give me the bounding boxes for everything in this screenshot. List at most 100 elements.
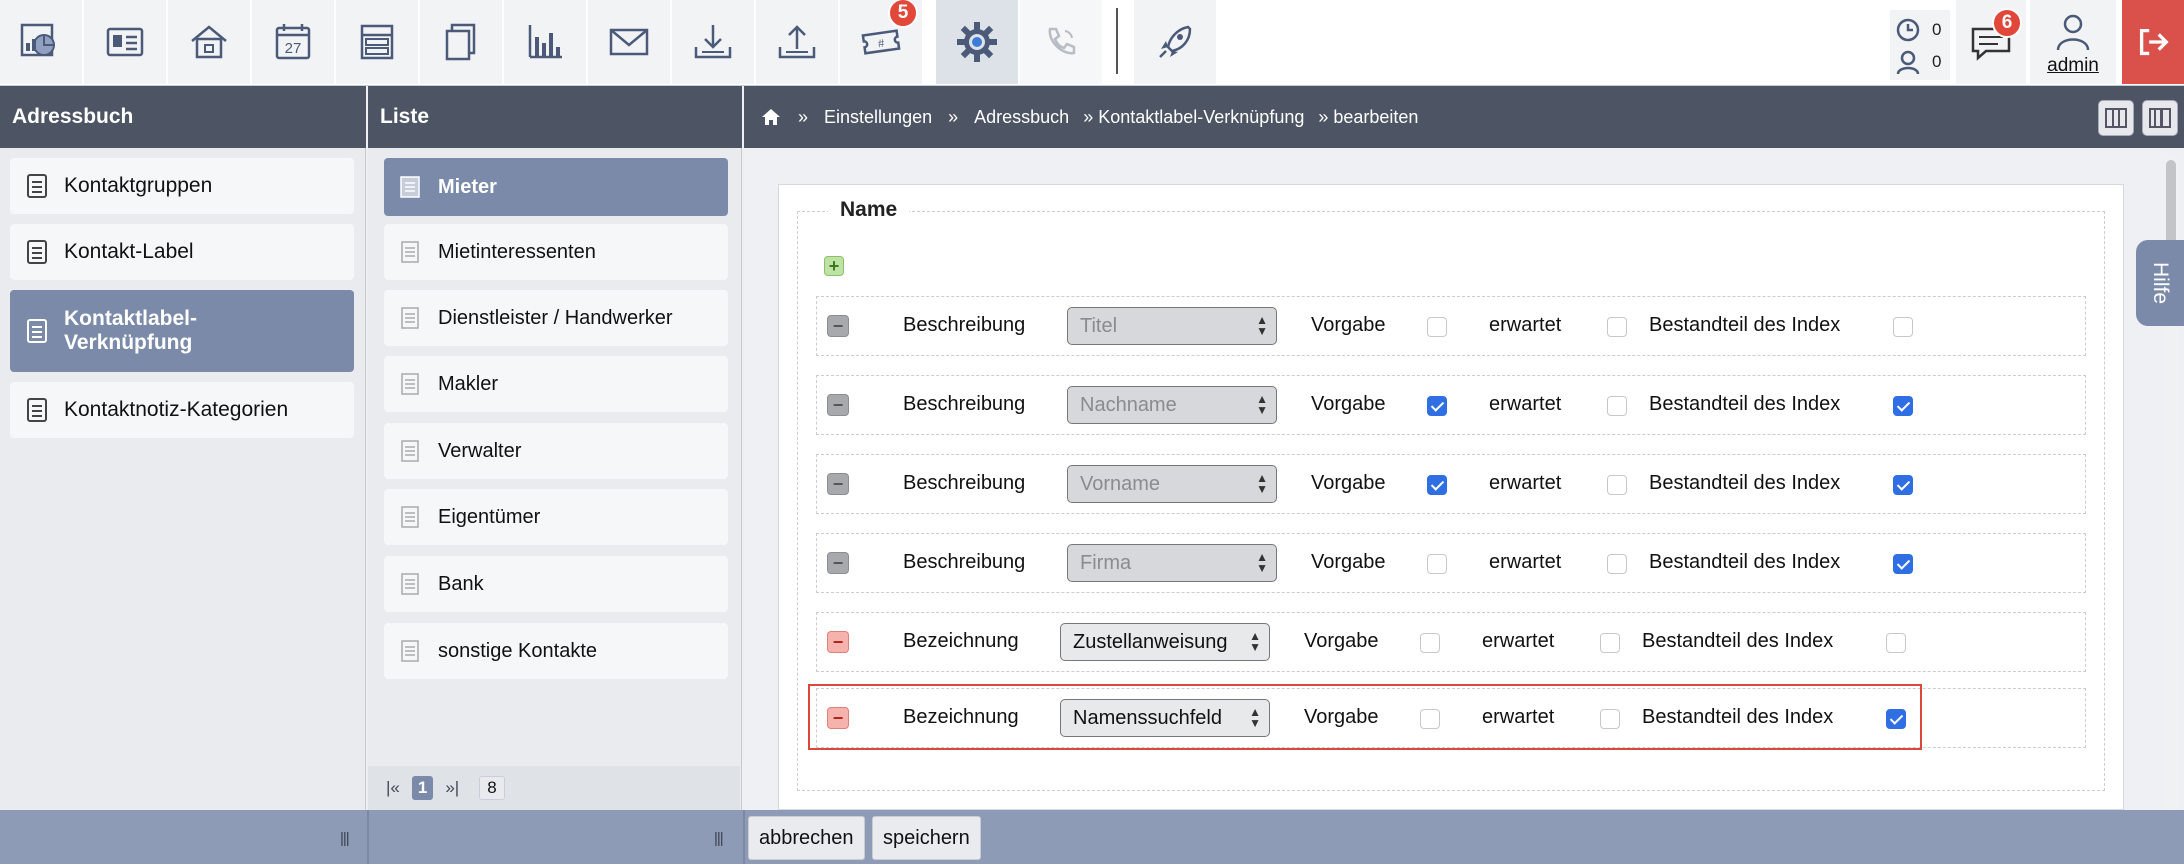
- document-icon: [27, 398, 47, 422]
- upload-icon: [778, 25, 816, 59]
- properties-button[interactable]: [168, 0, 250, 84]
- select-arrows-icon: ▲ ▼: [1256, 313, 1268, 338]
- erwartet-checkbox[interactable]: [1607, 475, 1627, 495]
- list-item-tenant[interactable]: Mieter: [384, 158, 728, 216]
- link-row: − Bezeichnung Zustellanweisung ▲ ▼ Vorgabe erw…: [816, 612, 2086, 672]
- statistics-button[interactable]: [504, 0, 586, 84]
- list-item[interactable]: Mietinteressenten: [384, 224, 728, 280]
- nav-item-label: Kontaktlabel- Verknüpfung: [64, 307, 197, 355]
- nav-item-contact-label[interactable]: Kontakt-Label: [10, 224, 354, 280]
- tickets-badge: 5: [888, 0, 918, 28]
- pager-last-button[interactable]: »|: [439, 776, 465, 800]
- link-row: − Beschreibung Firma ▲ ▼ Vorgabe erwartet Besta…: [816, 533, 2086, 593]
- home-icon[interactable]: [760, 106, 782, 128]
- index-checkbox[interactable]: [1893, 554, 1913, 574]
- messages-button[interactable]: 6: [1956, 0, 2026, 84]
- remove-row-button: −: [827, 473, 849, 495]
- vorgabe-checkbox[interactable]: [1427, 317, 1447, 337]
- document-icon: [401, 440, 419, 462]
- link-row: − Beschreibung Titel ▲ ▼ Vorgabe erwartet Besta…: [816, 296, 2086, 356]
- pager-current-page[interactable]: 1: [411, 776, 434, 800]
- documents-button[interactable]: [420, 0, 502, 84]
- mail-icon: [609, 28, 649, 56]
- vorgabe-checkbox[interactable]: [1427, 396, 1447, 416]
- list-item[interactable]: Verwalter: [384, 423, 728, 479]
- vorgabe-label: Vorgabe: [1311, 551, 1386, 573]
- clock-icon: [1896, 18, 1920, 42]
- erwartet-checkbox[interactable]: [1607, 317, 1627, 337]
- user-name[interactable]: admin: [2030, 55, 2116, 77]
- cancel-button[interactable]: abbrechen: [748, 816, 865, 860]
- list-item[interactable]: Bank: [384, 556, 728, 612]
- nav-item-contact-groups[interactable]: Kontaktgruppen: [10, 158, 354, 214]
- document-icon: [401, 640, 419, 662]
- left-panel-resize-handle[interactable]: |||: [340, 830, 350, 847]
- remove-row-button[interactable]: −: [827, 631, 849, 653]
- row-field-label: Beschreibung: [903, 551, 1026, 573]
- index-checkbox[interactable]: [1886, 633, 1906, 653]
- label-select[interactable]: Zustellanweisung ▲ ▼: [1060, 623, 1270, 661]
- erwartet-checkbox[interactable]: [1600, 633, 1620, 653]
- breadcrumb-separator: »: [948, 106, 959, 127]
- nav-item-contact-note-categories[interactable]: Kontaktnotiz-Kategorien: [10, 382, 354, 438]
- list-item-label: Mieter: [438, 175, 497, 198]
- help-tab[interactable]: Hilfe: [2136, 240, 2184, 326]
- tickets-button[interactable]: # 5: [840, 0, 922, 84]
- view-two-columns-button[interactable]: [2142, 100, 2178, 136]
- save-button[interactable]: speichern: [872, 816, 981, 860]
- erwartet-label: erwartet: [1489, 393, 1562, 415]
- time-counters[interactable]: 0 0: [1890, 10, 1950, 80]
- export-button[interactable]: [756, 0, 838, 84]
- calendar-button[interactable]: 27: [252, 0, 334, 84]
- launch-button[interactable]: [1134, 0, 1216, 84]
- index-checkbox[interactable]: [1893, 396, 1913, 416]
- dashboard-button[interactable]: [0, 0, 82, 84]
- list-item[interactable]: sonstige Kontakte: [384, 623, 728, 679]
- row-field-label: Bezeichnung: [903, 630, 1019, 652]
- list-item-label: sonstige Kontakte: [438, 639, 597, 662]
- view-three-columns-button[interactable]: [2098, 100, 2134, 136]
- middle-panel-title: Liste: [380, 105, 430, 128]
- mail-button[interactable]: [588, 0, 670, 84]
- label-select: Vorname ▲ ▼: [1067, 465, 1277, 503]
- address-book-button[interactable]: [84, 0, 166, 84]
- import-button[interactable]: [672, 0, 754, 84]
- vorgabe-label: Vorgabe: [1311, 393, 1386, 415]
- vorgabe-checkbox[interactable]: [1427, 554, 1447, 574]
- messages-badge: 6: [1992, 8, 2022, 38]
- nav-item-label: Kontaktnotiz-Kategorien: [64, 398, 289, 421]
- breadcrumb-addressbook[interactable]: Adressbuch: [974, 107, 1069, 128]
- logout-icon: [2139, 28, 2169, 56]
- documents-icon: [445, 23, 476, 61]
- vorgabe-label: Vorgabe: [1311, 314, 1386, 336]
- breadcrumb: » Einstellungen » Adressbuch » Kontaktla…: [744, 86, 2184, 148]
- index-checkbox[interactable]: [1893, 475, 1913, 495]
- index-checkbox[interactable]: [1893, 317, 1913, 337]
- logout-button[interactable]: [2122, 0, 2184, 84]
- layout-button[interactable]: [336, 0, 418, 84]
- pager-first-button[interactable]: |«: [380, 776, 406, 800]
- settings-button[interactable]: [936, 0, 1018, 84]
- user-menu[interactable]: admin: [2030, 0, 2116, 84]
- list-item[interactable]: Makler: [384, 356, 728, 412]
- nav-item-contact-label-link[interactable]: Kontaktlabel- Verknüpfung: [10, 290, 354, 372]
- scrollbar-thumb[interactable]: [2166, 160, 2176, 244]
- edit-form: Name + − Beschreibung Titel ▲ ▼ Vorgabe erwart…: [778, 184, 2124, 810]
- dashboard-icon: [20, 23, 55, 57]
- vorgabe-checkbox[interactable]: [1420, 633, 1440, 653]
- erwartet-checkbox[interactable]: [1607, 554, 1627, 574]
- nav-item-label: Kontakt-Label: [64, 240, 194, 263]
- list-item[interactable]: Eigentümer: [384, 489, 728, 545]
- vorgabe-checkbox[interactable]: [1427, 475, 1447, 495]
- counter-row-1: 0: [1894, 16, 1941, 44]
- breadcrumb-settings[interactable]: Einstellungen: [824, 107, 932, 128]
- breadcrumb-label-link[interactable]: » Kontaktlabel-Verknüpfung: [1083, 107, 1304, 128]
- document-icon: [401, 373, 419, 395]
- list-item-label: Bank: [438, 572, 484, 595]
- phone-button[interactable]: [1020, 0, 1102, 84]
- plus-icon: +: [828, 256, 840, 276]
- list-item[interactable]: Dienstleister / Handwerker: [384, 290, 728, 346]
- erwartet-checkbox[interactable]: [1607, 396, 1627, 416]
- add-row-button[interactable]: +: [824, 256, 844, 276]
- middle-panel-resize-handle[interactable]: |||: [714, 830, 724, 847]
